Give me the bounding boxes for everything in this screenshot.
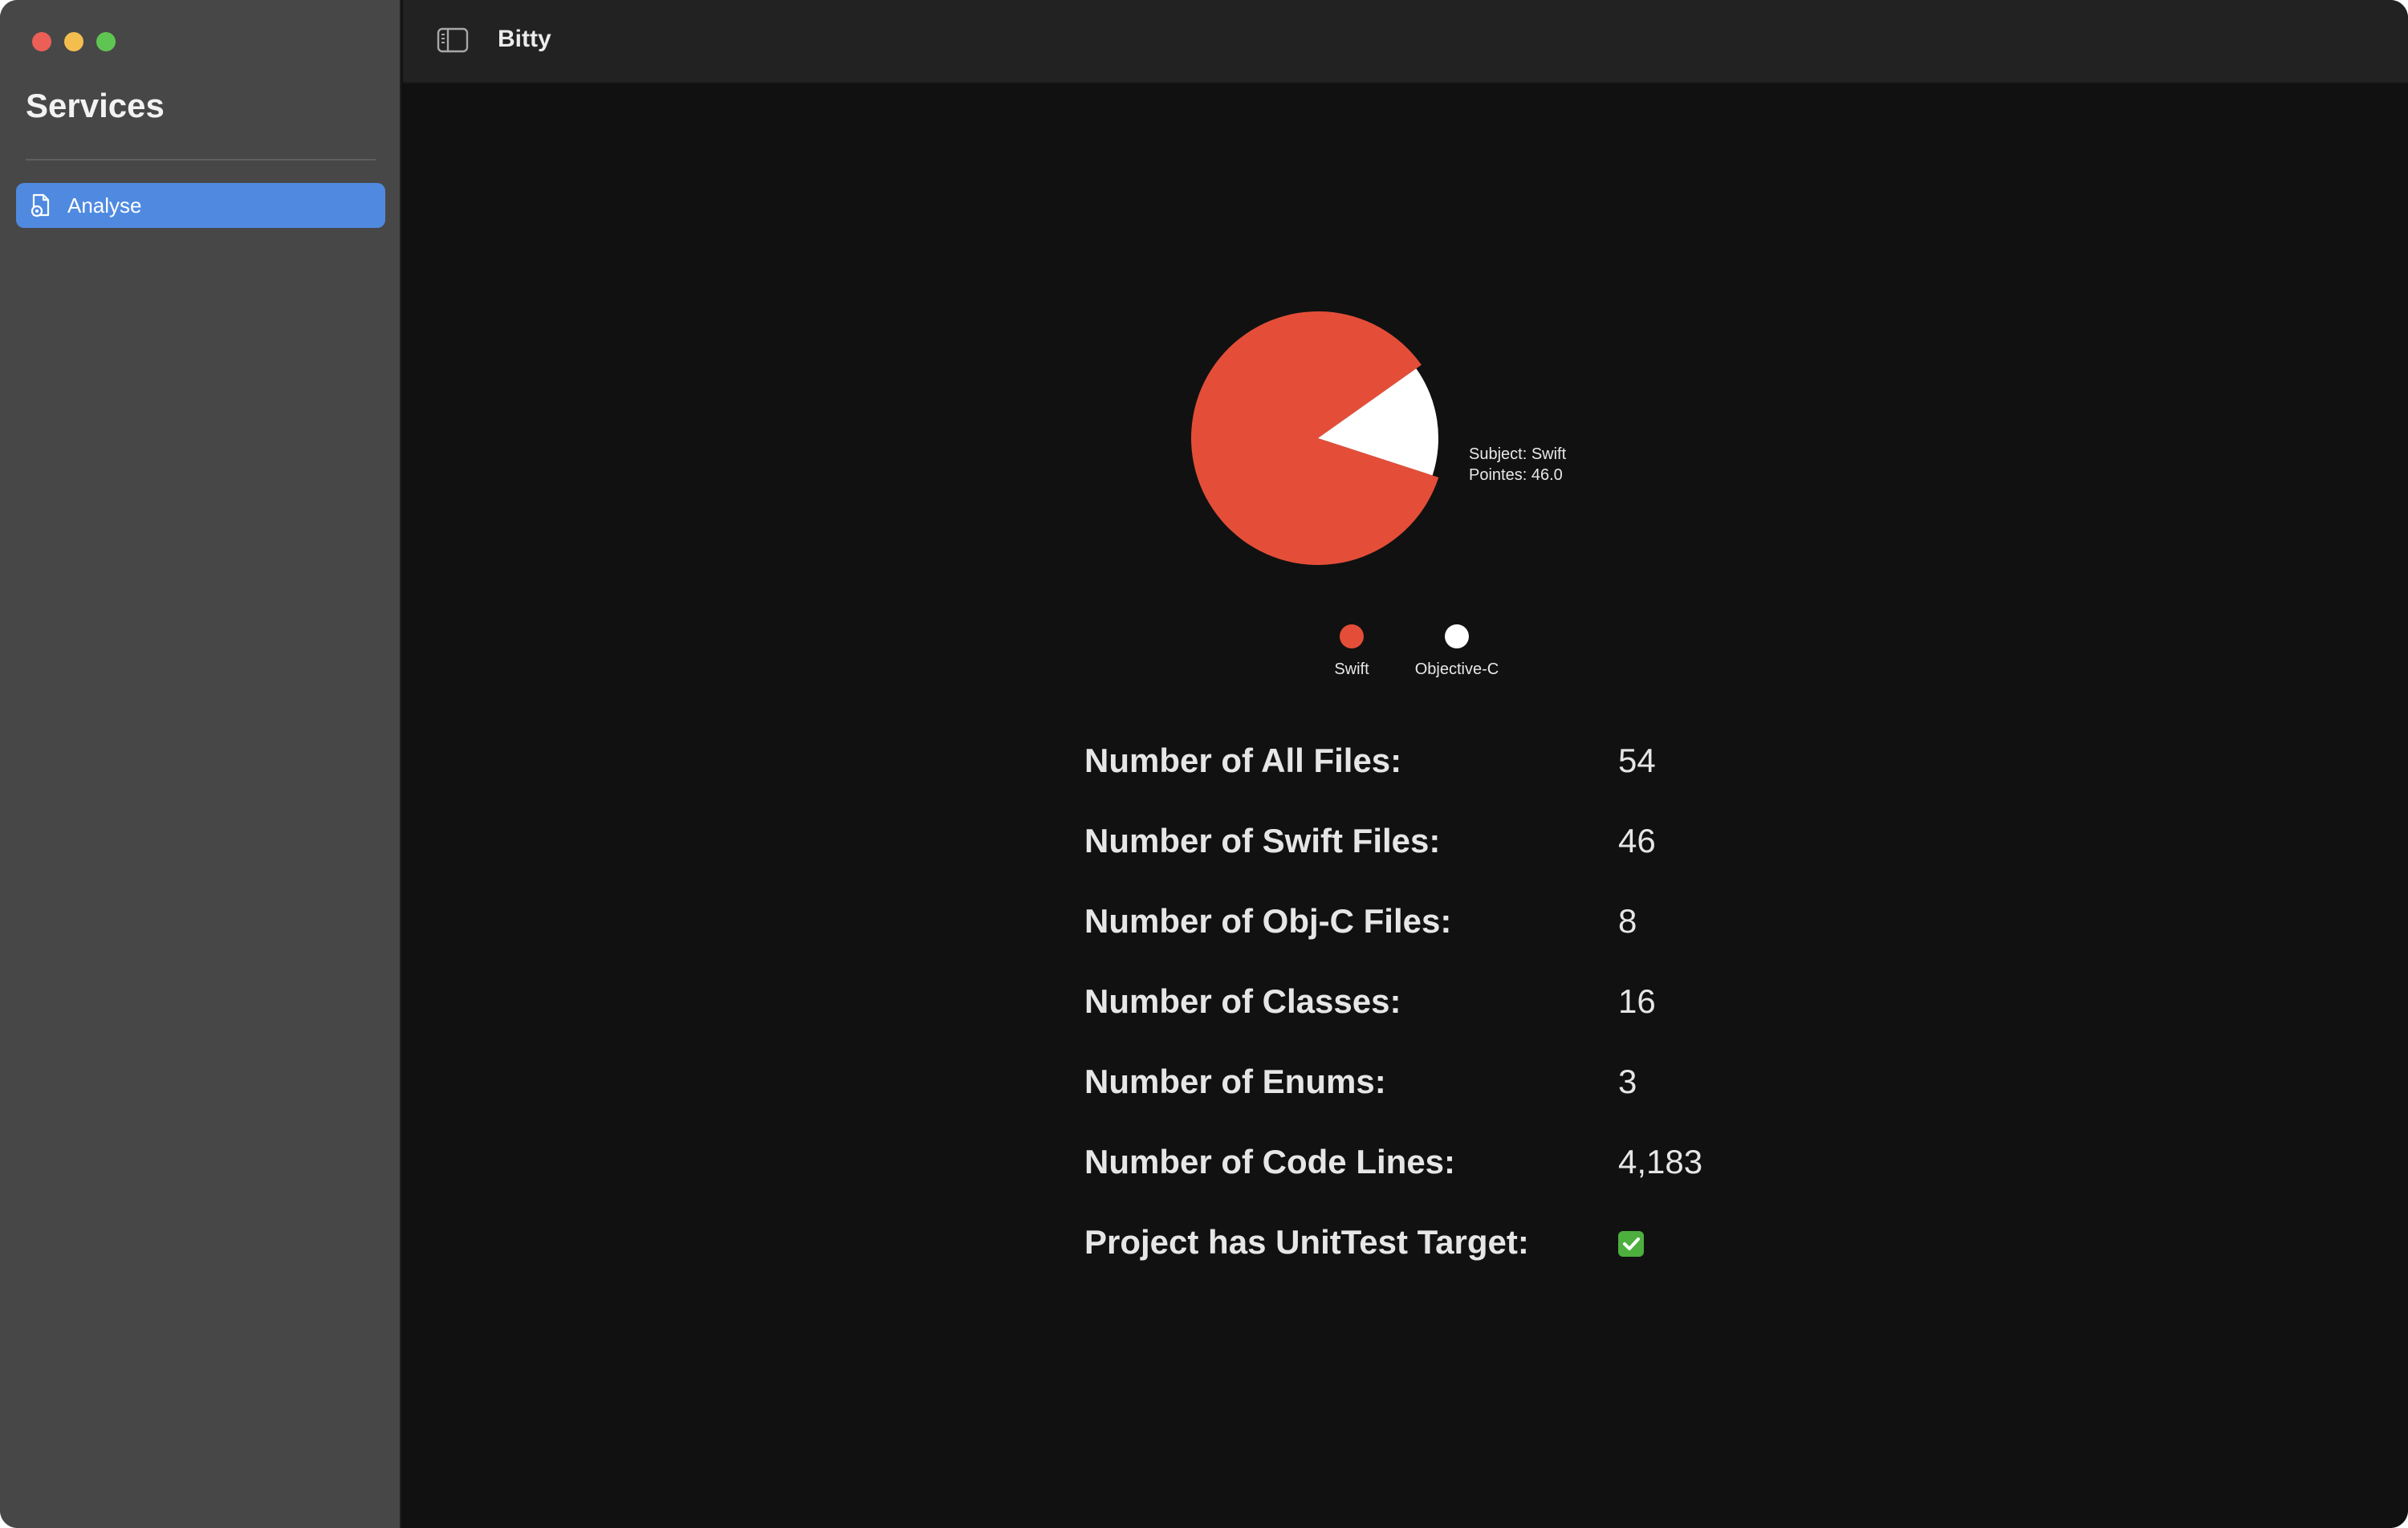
window-title: Bitty <box>498 26 551 52</box>
minimize-button[interactable] <box>64 32 83 51</box>
legend-marker <box>1340 624 1364 648</box>
stat-value: 3 <box>1618 1063 1637 1100</box>
stat-row: Number of Enums: 3 <box>1084 1063 1807 1111</box>
stat-value: 4,183 <box>1618 1143 1703 1181</box>
chart-annotation-line: Pointes: 46.0 <box>1469 466 1563 484</box>
stat-row: Number of Obj-C Files: 8 <box>1084 902 1807 950</box>
legend-marker <box>1445 624 1469 648</box>
stat-label: Number of Obj-C Files: <box>1084 902 1452 940</box>
stat-label: Project has UnitTest Target: <box>1084 1223 1529 1261</box>
sidebar-item-analyse[interactable]: Analyse <box>16 183 385 228</box>
stat-label: Number of All Files: <box>1084 742 1402 779</box>
app-window: Services Analyse Bitty Subject: Swift Po… <box>0 0 2408 1528</box>
stat-value <box>1618 1223 1644 1262</box>
chart-annotation-line: Subject: Swift <box>1469 445 1567 463</box>
stat-row: Number of Classes: 16 <box>1084 982 1807 1030</box>
sidebar-toggle-icon[interactable] <box>437 27 469 53</box>
stat-row: Number of Code Lines: 4,183 <box>1084 1143 1807 1191</box>
checkmark-icon <box>1618 1231 1644 1257</box>
stat-label: Number of Swift Files: <box>1084 822 1441 860</box>
stat-value: 16 <box>1618 982 1656 1020</box>
stat-value: 46 <box>1618 822 1656 860</box>
stat-row: Number of All Files: 54 <box>1084 742 1807 790</box>
stat-label: Number of Enums: <box>1084 1063 1386 1100</box>
sidebar: Services Analyse <box>0 0 401 1528</box>
pie-chart: Subject: Swift Pointes: 46.0 Swift Objectiv… <box>1191 311 1567 678</box>
close-button[interactable] <box>32 32 51 51</box>
stat-row: Number of Swift Files: 46 <box>1084 822 1807 870</box>
sidebar-divider <box>26 159 376 161</box>
sidebar-item-label: Analyse <box>67 193 142 217</box>
document-gear-icon <box>29 193 53 218</box>
legend-label: Swift <box>1334 660 1369 678</box>
stat-value: 54 <box>1618 742 1656 779</box>
stat-value: 8 <box>1618 902 1637 940</box>
toolbar: Bitty <box>403 0 2408 83</box>
stat-label: Number of Code Lines: <box>1084 1143 1456 1181</box>
stat-label: Number of Classes: <box>1084 982 1401 1020</box>
main-content: Subject: Swift Pointes: 46.0 Swift Objectiv… <box>403 83 2408 1528</box>
legend-label: Objective-C <box>1415 660 1499 678</box>
zoom-button[interactable] <box>96 32 116 51</box>
stat-row: Project has UnitTest Target: <box>1084 1223 1807 1271</box>
sidebar-title: Services <box>26 87 165 124</box>
window-controls <box>32 32 116 51</box>
